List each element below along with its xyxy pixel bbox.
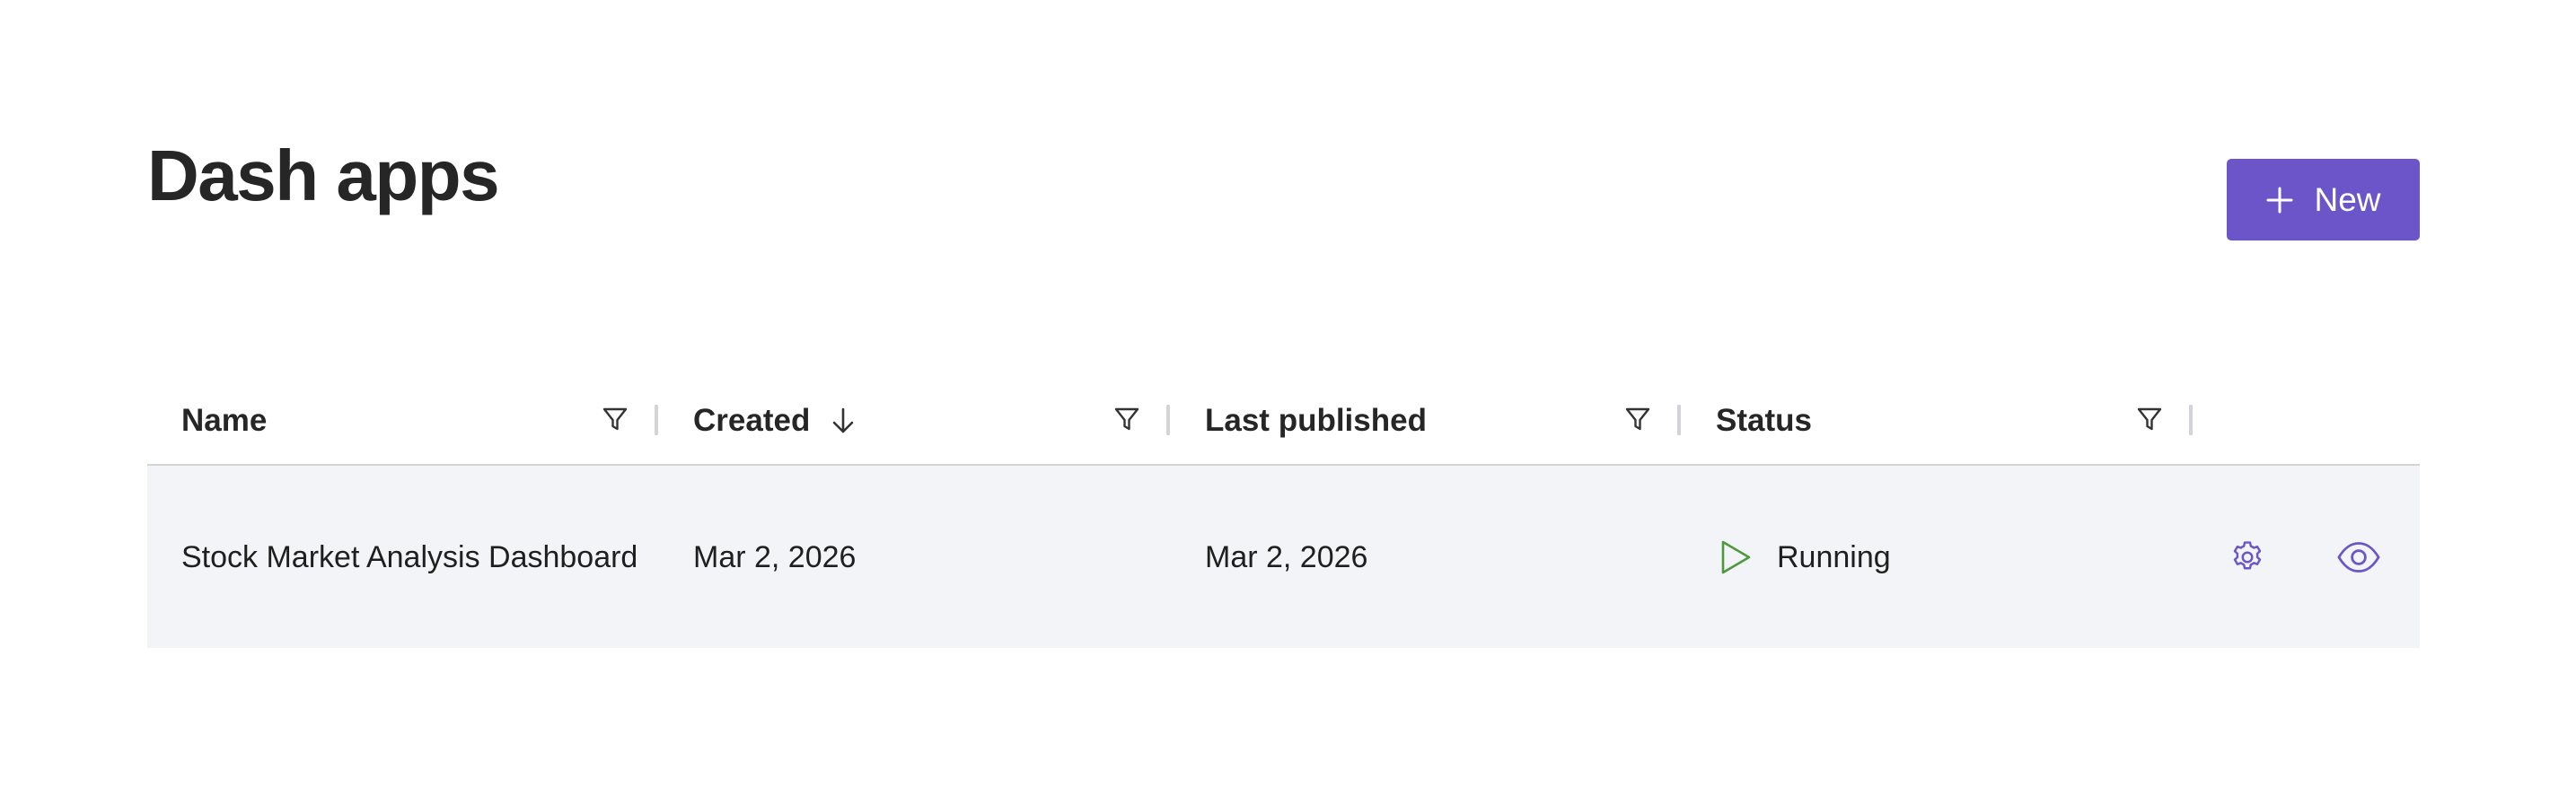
column-divider[interactable] <box>1677 405 1681 435</box>
table-header: Name Created Last published Status <box>147 377 2420 466</box>
column-label-status: Status <box>1716 402 1812 438</box>
column-divider[interactable] <box>655 405 658 435</box>
gear-icon[interactable] <box>2229 538 2266 576</box>
column-divider[interactable] <box>2189 405 2193 435</box>
new-app-button[interactable]: New <box>2227 159 2420 240</box>
cell-name[interactable]: Stock Market Analysis Dashboard <box>181 466 637 648</box>
column-label-last-published: Last published <box>1205 402 1427 438</box>
eye-icon[interactable] <box>2336 541 2381 573</box>
play-icon <box>1721 540 1751 573</box>
table-row[interactable]: Stock Market Analysis Dashboard Mar 2, 2… <box>147 466 2420 648</box>
filter-name-funnel-icon[interactable] <box>602 405 629 433</box>
page-title: Dash apps <box>147 136 500 215</box>
column-header-last-published[interactable]: Last published <box>1205 377 1427 464</box>
plus-icon <box>2266 187 2293 213</box>
column-divider[interactable] <box>1166 405 1170 435</box>
column-header-created[interactable]: Created <box>693 377 857 464</box>
cell-created: Mar 2, 2026 <box>693 539 857 574</box>
arrow-down-icon[interactable] <box>830 406 857 436</box>
cell-last-published: Mar 2, 2026 <box>1205 539 1368 574</box>
status-label: Running <box>1777 539 1891 574</box>
filter-status-funnel-icon[interactable] <box>2136 405 2163 433</box>
column-header-status[interactable]: Status <box>1716 377 1812 464</box>
column-label-name: Name <box>181 402 268 438</box>
new-button-label: New <box>2314 180 2381 218</box>
filter-created-funnel-icon[interactable] <box>1113 405 1140 433</box>
table-body: Stock Market Analysis Dashboard Mar 2, 2… <box>147 466 2420 648</box>
filter-last-published-funnel-icon[interactable] <box>1624 405 1651 433</box>
cell-status: Running <box>1719 466 1891 648</box>
column-label-created: Created <box>693 402 811 438</box>
column-header-name[interactable]: Name <box>181 377 267 464</box>
apps-table: Name Created Last published Status Stock… <box>147 377 2420 648</box>
